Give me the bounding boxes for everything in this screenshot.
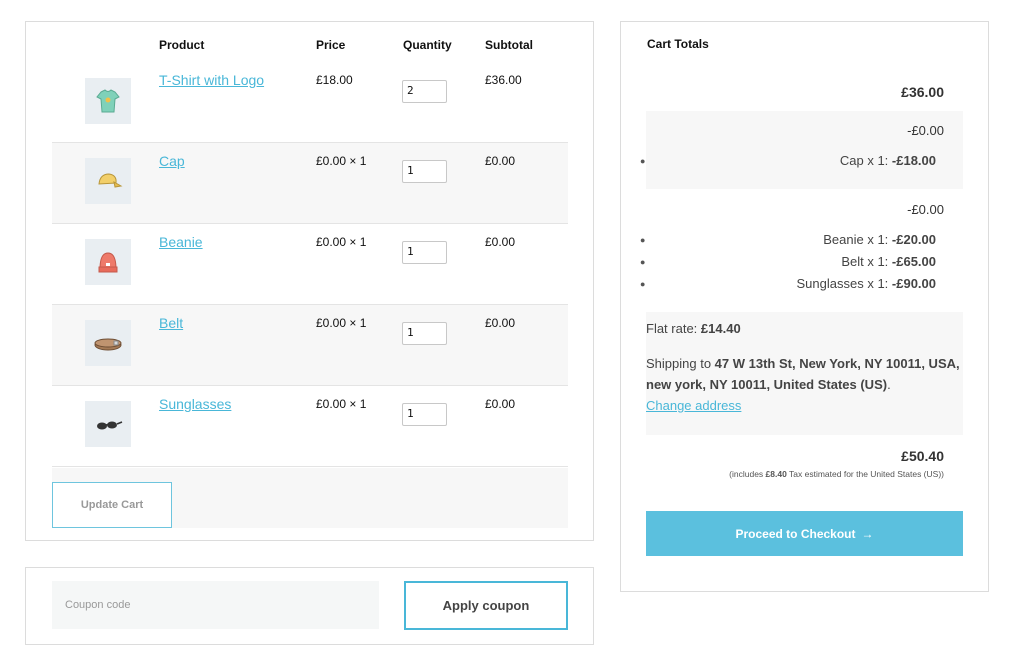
quantity-input[interactable]: 1 [402, 403, 447, 426]
discount-line: Sunglasses x 1: -£90.00 [797, 276, 936, 291]
product-link[interactable]: T-Shirt with Logo [159, 72, 264, 88]
price: £0.00 × 1 [316, 397, 367, 411]
coupon-input[interactable]: Coupon code [52, 581, 379, 629]
price: £0.00 × 1 [316, 154, 367, 168]
discount-line-value: -£90.00 [891, 276, 936, 291]
cart-totals-title: Cart Totals [647, 37, 709, 51]
tax-note-suffix: Tax estimated for the United States (US)… [786, 469, 944, 479]
product-link[interactable]: Beanie [159, 234, 203, 250]
header-subtotal: Subtotal [485, 38, 533, 52]
product-link[interactable]: Cap [159, 153, 185, 169]
sunglasses-icon[interactable] [85, 401, 131, 447]
discount-line-label: Cap x 1: [839, 153, 892, 168]
price: £0.00 × 1 [316, 316, 367, 330]
header-price: Price [316, 38, 346, 52]
discount-line-value: -£20.00 [891, 232, 936, 247]
update-cart-button[interactable]: Update Cart [52, 482, 172, 528]
flat-rate: Flat rate: £14.40 [646, 321, 741, 336]
bullet-icon: ● [640, 279, 646, 289]
subtotal: £36.00 [485, 73, 522, 87]
header-quantity: Quantity [403, 38, 452, 52]
cart-row: Belt £0.00 × 1 1 £0.00 [52, 305, 568, 386]
arrow-right-icon: → [861, 526, 874, 541]
product-link[interactable]: Belt [159, 315, 183, 331]
flat-rate-label: Flat rate: [646, 321, 701, 336]
cart-actions-row: Update Cart [52, 468, 568, 528]
shipping-destination: Shipping to 47 W 13th St, New York, NY 1… [646, 353, 966, 416]
cart-row: Sunglasses £0.00 × 1 1 £0.00 [52, 386, 568, 467]
shipping-box: Flat rate: £14.40 Shipping to 47 W 13th … [646, 312, 963, 435]
cap-icon[interactable] [85, 158, 131, 204]
apply-coupon-button[interactable]: Apply coupon [404, 581, 568, 630]
subtotal: £0.00 [485, 397, 516, 411]
checkout-label: Proceed to Checkout [735, 526, 856, 541]
ship-to-suffix: . [887, 377, 891, 392]
tax-note: (includes £8.40 Tax estimated for the Un… [729, 469, 944, 479]
price: £18.00 [316, 73, 353, 87]
cart-panel: Product Price Quantity Subtotal T-Shirt … [25, 21, 594, 541]
cart-row: Beanie £0.00 × 1 1 £0.00 [52, 224, 568, 305]
cart-table-header: Product Price Quantity Subtotal [52, 38, 568, 58]
tax-note-value: £8.40 [765, 469, 787, 479]
belt-icon[interactable] [85, 320, 131, 366]
cart-row: T-Shirt with Logo £18.00 2 £36.00 [52, 62, 568, 143]
discount-line-label: Belt x 1: [841, 254, 892, 269]
subtotal: £0.00 [485, 235, 516, 249]
discount-line-value: -£18.00 [891, 153, 936, 168]
discount-line: Belt x 1: -£65.00 [841, 254, 936, 269]
change-address-link[interactable]: Change address [646, 398, 741, 413]
header-product: Product [159, 38, 205, 52]
proceed-to-checkout-button[interactable]: Proceed to Checkout → [646, 511, 963, 556]
discount-line-label: Beanie x 1: [823, 232, 892, 247]
discount-line-value: -£65.00 [891, 254, 936, 269]
quantity-input[interactable]: 1 [402, 160, 447, 183]
discount-amount: -£0.00 [907, 123, 944, 138]
tax-note-prefix: (includes [729, 469, 766, 479]
product-link[interactable]: Sunglasses [159, 396, 231, 412]
discount-line: Beanie x 1: -£20.00 [823, 232, 936, 247]
discount-line-label: Sunglasses x 1: [796, 276, 892, 291]
bullet-icon: ● [640, 235, 646, 245]
price: £0.00 × 1 [316, 235, 367, 249]
bullet-icon: ● [640, 156, 646, 166]
cart-subtotal-value: £36.00 [901, 84, 944, 100]
beanie-icon[interactable] [85, 239, 131, 285]
quantity-input[interactable]: 1 [402, 241, 447, 264]
quantity-input[interactable]: 1 [402, 322, 447, 345]
cart-totals-panel: Cart Totals £36.00 -£0.00 ● Cap x 1: -£1… [620, 21, 989, 592]
discount-amount: -£0.00 [907, 202, 944, 217]
coupon-panel: Coupon code Apply coupon [25, 567, 594, 645]
bullet-icon: ● [640, 257, 646, 267]
subtotal: £0.00 [485, 316, 516, 330]
discount-line: Cap x 1: -£18.00 [840, 153, 936, 168]
cart-row: Cap £0.00 × 1 1 £0.00 [52, 143, 568, 224]
ship-to-prefix: Shipping to [646, 356, 715, 371]
tshirt-icon[interactable] [85, 78, 131, 124]
flat-rate-value: £14.40 [700, 321, 741, 336]
quantity-input[interactable]: 2 [402, 80, 447, 103]
order-total-value: £50.40 [901, 448, 944, 464]
subtotal: £0.00 [485, 154, 516, 168]
